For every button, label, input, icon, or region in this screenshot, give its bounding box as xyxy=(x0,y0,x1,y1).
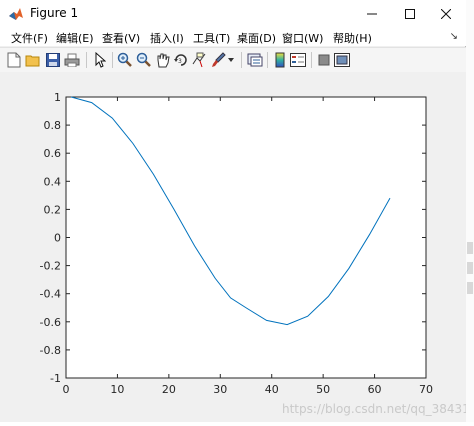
axes[interactable]: 0 10 20 30 40 50 60 70 1 0.8 0.6 0.4 0.2 0 -0.2 -0.4 -0… xyxy=(0,72,474,422)
window-title: Figure 1 xyxy=(30,6,79,20)
brush-dropdown[interactable] xyxy=(226,51,236,69)
menu-desktop[interactable]: 桌面(D) xyxy=(237,30,276,46)
save-icon xyxy=(46,53,60,67)
new-figure-icon xyxy=(7,52,21,68)
y-tick-label: 0.6 xyxy=(44,147,62,160)
zoom-out-button[interactable] xyxy=(135,51,153,69)
pan-hand-icon xyxy=(157,53,170,68)
figure-canvas: 0 10 20 30 40 50 60 70 1 0.8 0.6 0.4 0.2 0 -0.2 -0.4 -0… xyxy=(0,72,474,422)
chevron-down-icon xyxy=(228,58,234,62)
y-tick-label: 0.8 xyxy=(44,119,62,132)
link-plot-icon xyxy=(247,53,263,67)
zoom-in-icon xyxy=(117,52,132,67)
menu-insert[interactable]: 插入(I) xyxy=(150,30,184,46)
insert-colorbar-icon xyxy=(275,52,285,68)
maximize-icon xyxy=(405,9,415,19)
pan-button[interactable] xyxy=(154,51,172,69)
toolbar-separator xyxy=(267,52,268,68)
toolbar-separator xyxy=(311,52,312,68)
x-tick-label: 40 xyxy=(265,383,279,396)
y-tick-label: -0.2 xyxy=(40,260,61,273)
print-icon xyxy=(64,53,80,67)
close-button[interactable] xyxy=(426,0,466,28)
toolbar-separator xyxy=(112,52,113,68)
y-tick-label: -0.4 xyxy=(40,288,61,301)
edit-plot-arrow-icon xyxy=(95,52,106,68)
watermark: https://blog.csdn.net/qq_38431572 xyxy=(282,402,466,416)
edge-mark xyxy=(467,282,473,294)
data-cursor-icon xyxy=(192,52,206,68)
minimize-icon xyxy=(367,13,377,15)
x-tick-label: 30 xyxy=(213,383,227,396)
toolbar-separator xyxy=(86,52,87,68)
y-tick-label: 0.2 xyxy=(44,203,62,216)
rotate-3d-icon: 3 xyxy=(174,54,187,66)
x-tick-label: 70 xyxy=(419,383,433,396)
menu-edit[interactable]: 编辑(E) xyxy=(56,30,94,46)
zoom-in-button[interactable] xyxy=(116,51,134,69)
insert-colorbar-button[interactable] xyxy=(271,51,289,69)
edit-plot-button[interactable] xyxy=(91,51,109,69)
x-tick-label: 10 xyxy=(110,383,124,396)
figure-toolbar: 3 xyxy=(0,47,466,73)
y-tick-label: -0.8 xyxy=(40,344,61,357)
background-window-edge xyxy=(466,0,474,422)
rotate-3d-button[interactable]: 3 xyxy=(172,51,190,69)
show-plot-tools-icon xyxy=(334,53,350,67)
y-tick-label: 0 xyxy=(54,232,61,245)
title-bar: Figure 1 xyxy=(0,0,466,28)
insert-legend-button[interactable] xyxy=(289,51,307,69)
svg-text:3: 3 xyxy=(178,58,182,65)
show-plot-tools-button[interactable] xyxy=(333,51,351,69)
menu-view[interactable]: 查看(V) xyxy=(102,30,140,46)
y-tick-label: 1 xyxy=(54,91,61,104)
dock-arrow-icon[interactable]: ↘ xyxy=(450,31,458,42)
insert-legend-icon xyxy=(290,53,306,67)
hide-plot-tools-icon xyxy=(318,54,330,66)
new-figure-button[interactable] xyxy=(5,51,23,69)
edge-mark xyxy=(467,262,473,274)
hide-plot-tools-button[interactable] xyxy=(315,51,333,69)
matlab-logo-icon xyxy=(9,8,23,20)
data-cursor-button[interactable] xyxy=(190,51,208,69)
menu-help[interactable]: 帮助(H) xyxy=(333,30,372,46)
brush-button[interactable] xyxy=(209,51,227,69)
x-tick-label: 20 xyxy=(162,383,176,396)
print-button[interactable] xyxy=(63,51,81,69)
y-tick-label: 0.4 xyxy=(44,175,62,188)
menu-bar: 文件(F) 编辑(E) 查看(V) 插入(I) 工具(T) 桌面(D) 窗口(W… xyxy=(0,28,466,46)
brush-icon xyxy=(212,52,226,67)
axes-box xyxy=(65,96,427,379)
zoom-out-icon xyxy=(136,52,151,67)
open-file-button[interactable] xyxy=(24,51,42,69)
toolbar-separator xyxy=(241,52,242,68)
y-tick-label: -1 xyxy=(50,372,61,385)
figure-window: Figure 1 文件(F) 编辑(E) 查看(V) 插入(I) 工具(T) 桌… xyxy=(0,0,474,422)
menu-tools[interactable]: 工具(T) xyxy=(193,30,230,46)
save-button[interactable] xyxy=(44,51,62,69)
y-tick-label: -0.6 xyxy=(40,316,61,329)
menu-window[interactable]: 窗口(W) xyxy=(282,30,323,46)
edge-mark xyxy=(467,242,473,254)
x-tick-label: 50 xyxy=(316,383,330,396)
x-tick-label: 0 xyxy=(63,383,70,396)
open-file-icon xyxy=(25,55,40,67)
link-plot-button[interactable] xyxy=(246,51,264,69)
x-tick-label: 60 xyxy=(368,383,382,396)
menu-file[interactable]: 文件(F) xyxy=(11,30,48,46)
close-icon xyxy=(441,9,451,19)
